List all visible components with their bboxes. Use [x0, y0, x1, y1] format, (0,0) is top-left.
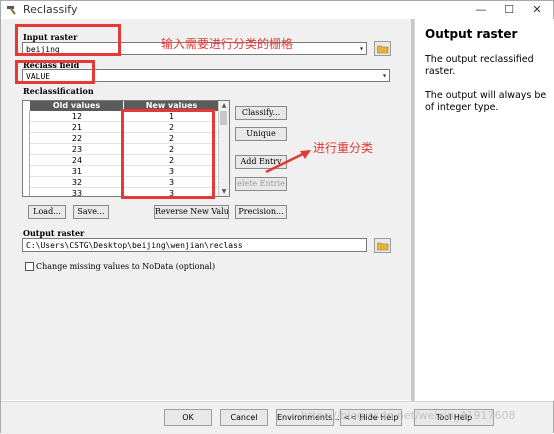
old-value-cell[interactable]: 24: [30, 155, 124, 166]
row-header[interactable]: [23, 111, 30, 122]
help-title: Output raster: [425, 27, 518, 41]
chevron-down-icon: ▾: [359, 44, 364, 53]
old-value-cell[interactable]: 32: [30, 177, 124, 188]
maximize-button[interactable]: ☐: [495, 1, 523, 19]
reverse-new-values-button[interactable]: Reverse New Values: [154, 205, 229, 219]
output-raster-input[interactable]: C:\Users\CSTG\Desktop\beijing\wenjian\re…: [22, 238, 367, 252]
scroll-thumb[interactable]: [220, 111, 227, 125]
help-pane: Output raster The output reclassified ra…: [414, 19, 554, 401]
row-header[interactable]: [23, 177, 30, 188]
row-header[interactable]: [23, 144, 30, 155]
scroll-up-icon[interactable]: ▲: [219, 101, 229, 110]
reclassification-label: Reclassification: [23, 86, 94, 96]
row-header[interactable]: [23, 188, 30, 196]
old-value-cell[interactable]: 12: [30, 111, 124, 122]
browse-output-button[interactable]: [374, 238, 391, 253]
row-header[interactable]: [23, 133, 30, 144]
annotation-arrow-icon: [265, 150, 311, 174]
old-value-cell[interactable]: 23: [30, 144, 124, 155]
row-header[interactable]: [23, 122, 30, 133]
scroll-down-icon[interactable]: ▼: [219, 187, 229, 196]
classify-button[interactable]: Classify...: [235, 106, 287, 120]
missing-nodata-checkbox[interactable]: [25, 262, 34, 271]
unique-button[interactable]: Unique: [235, 127, 287, 141]
load-button[interactable]: Load...: [28, 205, 66, 219]
watermark: https://blog.csdn.net/weixin_41917608: [301, 409, 516, 422]
old-value-cell[interactable]: 22: [30, 133, 124, 144]
window-title: Reclassify: [23, 3, 78, 16]
chevron-down-icon: ▾: [382, 71, 387, 80]
input-raster-highlight: [15, 24, 121, 56]
precision-button[interactable]: Precision...: [235, 205, 287, 219]
old-value-cell[interactable]: 21: [30, 122, 124, 133]
browse-input-button[interactable]: [374, 41, 391, 56]
help-para-1: The output reclassified raster.: [425, 54, 534, 77]
save-button[interactable]: Save...: [73, 205, 109, 219]
input-annotation: 输入需要进行分类的栅格: [161, 37, 294, 51]
help-para-2: The output will always be of integer typ…: [425, 90, 547, 113]
hammer-icon: [7, 6, 16, 15]
title-bar: Reclassify — ☐ ✕: [1, 1, 553, 19]
reclassify-window: Reclassify — ☐ ✕ Input raster beijing ▾ …: [0, 0, 554, 434]
col-old-values: Old values: [30, 101, 123, 111]
output-raster-value: C:\Users\CSTG\Desktop\beijing\wenjian\re…: [26, 241, 243, 250]
reclass-field-highlight: [15, 60, 95, 84]
open-folder-icon: [377, 242, 389, 251]
old-value-cell[interactable]: 33: [30, 188, 124, 196]
table-scrollbar[interactable]: ▲ ▼: [218, 101, 229, 196]
cancel-button[interactable]: Cancel: [220, 409, 268, 426]
row-header[interactable]: [23, 166, 30, 177]
missing-nodata-label: Change missing values to NoData (optiona…: [36, 262, 216, 271]
new-values-highlight: [121, 109, 215, 199]
old-value-cell[interactable]: 31: [30, 166, 124, 177]
reclass-annotation: 进行重分类: [313, 141, 374, 155]
close-button[interactable]: ✕: [523, 1, 551, 19]
delete-entries-button[interactable]: elete Entrie: [235, 177, 287, 191]
minimize-button[interactable]: —: [467, 1, 495, 19]
ok-button[interactable]: OK: [164, 409, 212, 426]
row-header[interactable]: [23, 155, 30, 166]
output-raster-label: Output raster: [23, 228, 85, 238]
open-folder-icon: [377, 45, 389, 54]
